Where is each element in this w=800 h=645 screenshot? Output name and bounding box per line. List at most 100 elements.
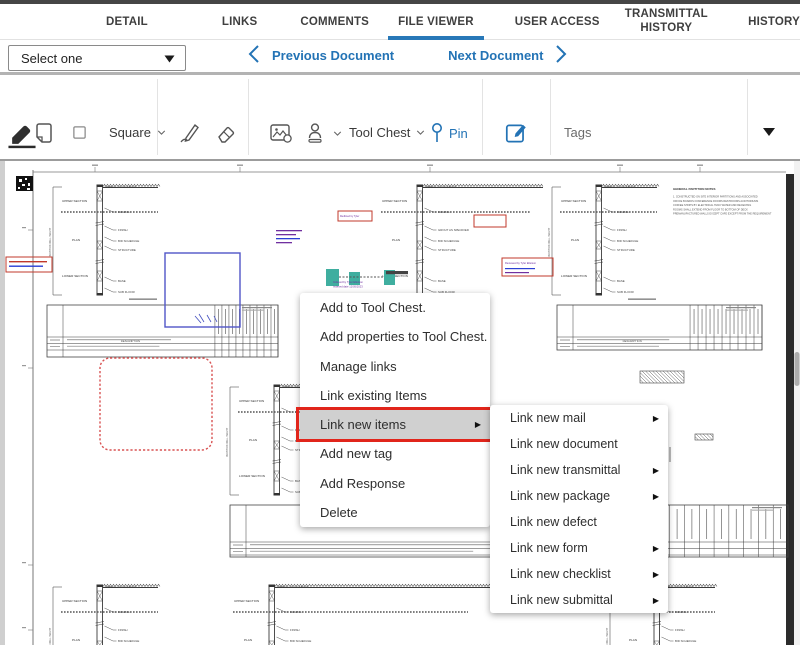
svg-text:DECK ABOVE: DECK ABOVE <box>118 185 137 189</box>
svg-text:BID SCHEDULE: BID SCHEDULE <box>290 639 311 643</box>
menu-item-manage-links[interactable]: Manage links <box>300 352 490 381</box>
share-markup-button[interactable] <box>503 120 529 146</box>
tab-links[interactable]: LINKS <box>222 4 258 39</box>
svg-text:DECK ABOVE: DECK ABOVE <box>675 585 694 589</box>
document-tool-button[interactable] <box>32 121 56 145</box>
svg-text:PREMANUFACTURED WALLS EXCEPT C: PREMANUFACTURED WALLS EXCEPT CAFE EXCEPT… <box>673 212 772 216</box>
menu-item-link-new-transmittal[interactable]: Link new transmittal▶ <box>490 457 668 483</box>
submenu-arrow-icon: ▶ <box>653 570 659 579</box>
menu-item-link-new-submittal[interactable]: Link new submittal ▶ <box>490 587 668 613</box>
toolbar-divider <box>747 79 748 155</box>
menu-item-delete[interactable]: Delete <box>300 498 490 527</box>
menu-item-link-new-package[interactable]: Link new package▶ <box>490 483 668 509</box>
next-chevron-icon[interactable] <box>553 44 569 67</box>
menu-item-label: Link new mail <box>510 411 586 425</box>
tab-comments[interactable]: COMMENTS <box>300 4 369 39</box>
svg-text:STRUCTURE: STRUCTURE <box>617 248 635 252</box>
svg-text:STRUCTURE: STRUCTURE <box>118 248 136 252</box>
submenu-arrow-icon: ▶ <box>653 544 659 553</box>
tags-label: Tags <box>564 125 591 140</box>
image-markup-button[interactable] <box>268 121 294 145</box>
caret-down-icon <box>762 127 776 137</box>
menu-item-add-response[interactable]: Add Response <box>300 469 490 498</box>
menu-item-add-new-tag[interactable]: Add new tag <box>300 439 490 468</box>
svg-text:Redlined by Tyler: Redlined by Tyler <box>340 215 359 218</box>
menu-item-label: Link new defect <box>510 515 597 529</box>
svg-text:PLAN: PLAN <box>72 638 80 642</box>
menu-item-label: Link new transmittal <box>510 463 620 477</box>
pin-label: Pin <box>449 126 468 141</box>
tab-transmittal-history[interactable]: TRANSMITTAL HISTORY <box>623 4 711 39</box>
menu-item-link-new-document[interactable]: Link new document <box>490 431 668 457</box>
pen-tool-button[interactable] <box>178 121 202 145</box>
tab-user-access[interactable]: USER ACCESS <box>515 4 600 39</box>
eraser-tool-button[interactable] <box>214 121 238 145</box>
svg-text:PLAN: PLAN <box>392 238 400 242</box>
svg-text:CEILING: CEILING <box>290 610 302 614</box>
svg-text:UPPER SECTION: UPPER SECTION <box>239 399 264 403</box>
svg-text:GROUT AS SPECIFIED: GROUT AS SPECIFIED <box>438 228 469 232</box>
pin-icon <box>429 121 445 145</box>
previous-document-link[interactable]: Previous Document <box>272 48 394 63</box>
tab-label: DETAIL <box>106 16 148 28</box>
tags-dropdown-button[interactable] <box>762 127 776 137</box>
menu-item-link-new-items[interactable]: Link new items ▶ <box>300 410 490 439</box>
pin-tool-button[interactable]: Pin <box>429 121 468 145</box>
svg-text:FINISH: FINISH <box>675 628 684 632</box>
svg-text:PARTITION WALL HEIGHT: PARTITION WALL HEIGHT <box>226 427 229 457</box>
person-icon <box>303 121 327 145</box>
tab-bar: DETAIL LINKS COMMENTS FILE VIEWER USER ACCES… <box>0 4 800 40</box>
submenu-arrow-icon: ▶ <box>653 414 659 423</box>
select-one-dropdown[interactable]: Select one <box>8 45 186 71</box>
svg-text:PLAN: PLAN <box>244 638 252 642</box>
svg-text:SUB FLOOR: SUB FLOOR <box>617 290 634 294</box>
svg-text:PARTITION WALL HEIGHT: PARTITION WALL HEIGHT <box>606 627 609 645</box>
pen-icon <box>178 121 202 145</box>
file-viewer-canvas[interactable]: PARTITION WALL HEIGHTUPPER SECTIONPLANLO… <box>0 161 800 645</box>
menu-item-link-new-mail[interactable]: Link new mail ▶ <box>490 405 668 431</box>
svg-text:BASE: BASE <box>118 279 126 283</box>
eraser-icon <box>214 121 238 145</box>
menu-item-link-new-form[interactable]: Link new form▶ <box>490 535 668 561</box>
tool-chest-selector[interactable]: Tool Chest <box>349 125 427 140</box>
menu-item-label: Link new package <box>510 489 610 503</box>
toolbar-divider <box>550 79 551 155</box>
menu-item-add-properties-to-tool-chest[interactable]: Add properties to Tool Chest. <box>300 322 490 351</box>
svg-text:DECK ABOVE: DECK ABOVE <box>438 185 457 189</box>
menu-item-label: Delete <box>320 505 358 520</box>
menu-item-link-existing-items[interactable]: Link existing Items <box>300 381 490 410</box>
user-stamp-selector[interactable] <box>303 121 344 145</box>
menu-item-label: Link new checklist <box>510 567 611 581</box>
next-document-link[interactable]: Next Document <box>448 48 543 63</box>
menu-item-link-new-defect[interactable]: Link new defect <box>490 509 668 535</box>
svg-text:BASE: BASE <box>438 279 446 283</box>
tab-history[interactable]: HISTORY <box>748 4 800 39</box>
shape-tool-selector[interactable]: Square <box>72 125 168 140</box>
edit-share-icon <box>503 120 529 146</box>
menu-item-add-to-tool-chest[interactable]: Add to Tool Chest. <box>300 293 490 322</box>
svg-text:CEILING: CEILING <box>617 210 629 214</box>
annotation-toolbar: Square Tool Che <box>0 75 800 161</box>
document-icon <box>32 121 56 145</box>
tab-file-viewer[interactable]: FILE VIEWER <box>398 4 474 39</box>
svg-text:COFFEE SHOPS BY ELECTRICAL HVA: COFFEE SHOPS BY ELECTRICAL HVAC WATER AN… <box>673 203 751 207</box>
menu-item-label: Link new submittal <box>510 593 613 607</box>
submenu-arrow-icon: ▶ <box>653 596 659 605</box>
tab-label: HISTORY <box>748 16 800 28</box>
svg-text:PLAN: PLAN <box>629 638 637 642</box>
menu-item-label: Link new items <box>320 417 406 432</box>
submenu-arrow-icon: ▶ <box>475 420 481 429</box>
svg-text:FINISH: FINISH <box>290 628 299 632</box>
previous-chevron-icon[interactable] <box>246 44 262 67</box>
svg-text:FINISH: FINISH <box>118 228 127 232</box>
menu-item-label: Manage links <box>320 359 397 374</box>
svg-text:UPPER SECTION: UPPER SECTION <box>561 199 586 203</box>
svg-text:CEILING: CEILING <box>118 610 130 614</box>
tab-detail[interactable]: DETAIL <box>106 4 148 39</box>
svg-text:FINISH: FINISH <box>617 228 626 232</box>
svg-text:UPPER SECTION: UPPER SECTION <box>62 199 87 203</box>
chevron-down-icon <box>331 127 344 140</box>
menu-item-link-new-checklist[interactable]: Link new checklist ▶ <box>490 561 668 587</box>
tags-field[interactable]: Tags <box>564 125 591 140</box>
svg-text:PLAN: PLAN <box>249 438 257 442</box>
